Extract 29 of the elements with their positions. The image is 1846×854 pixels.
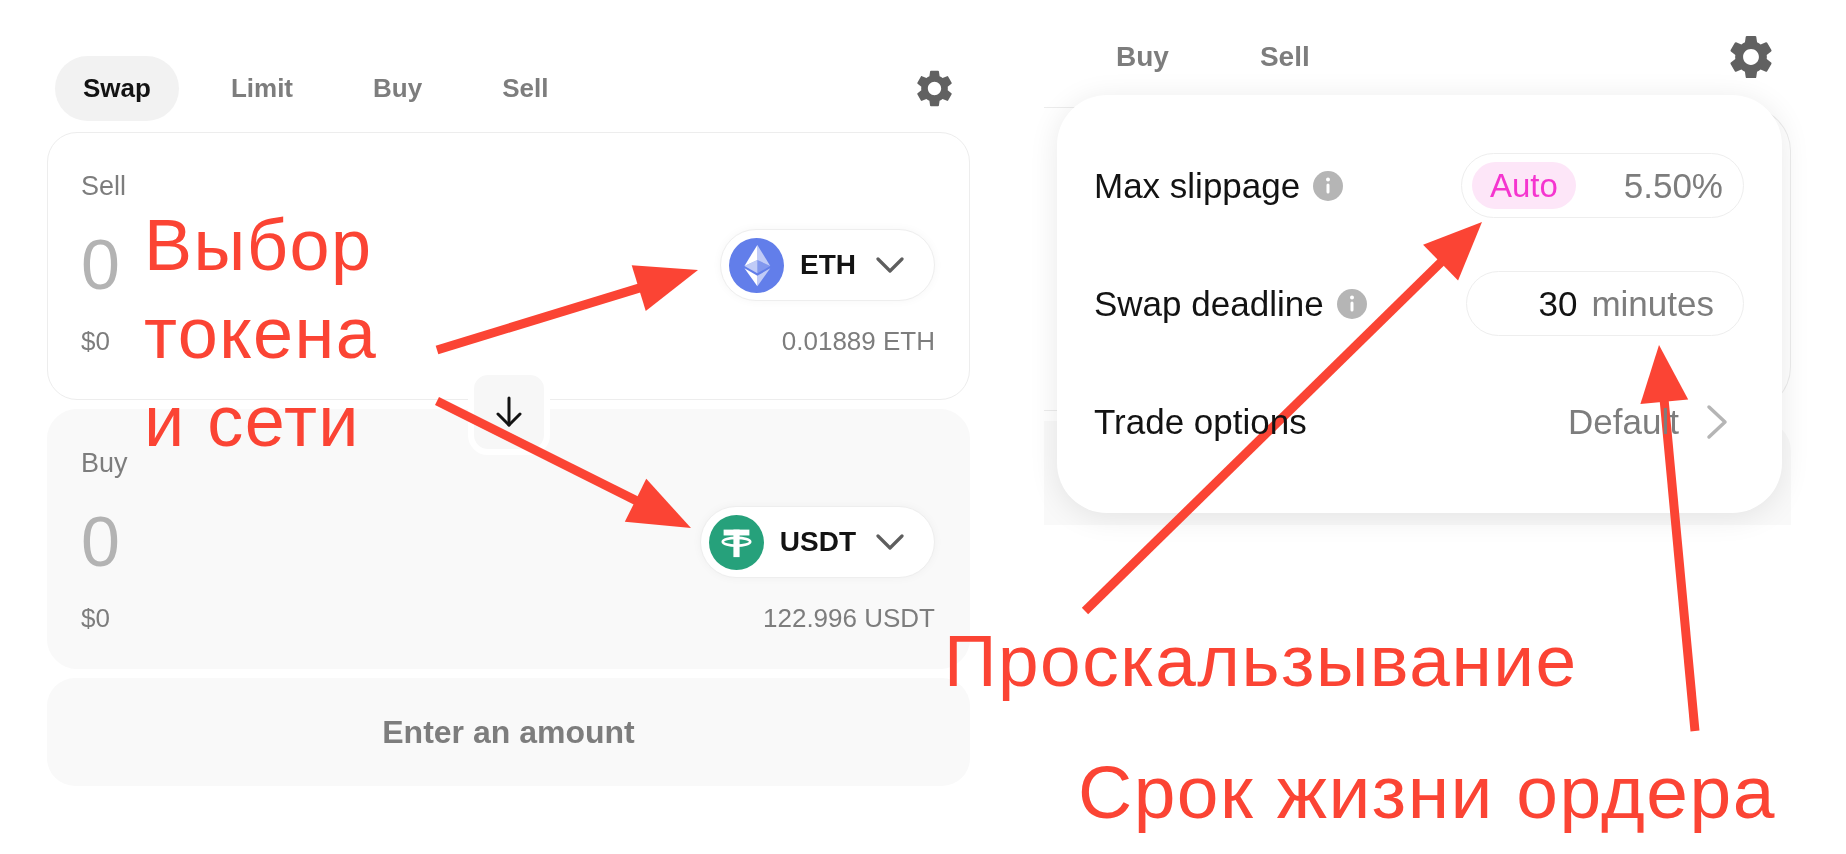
token-select-button[interactable]: ETH — [720, 229, 935, 301]
annotation-text: Выбор токена и сети — [144, 204, 379, 463]
setting-label: Max slippage — [1094, 165, 1301, 206]
amount-input[interactable]: 0 — [81, 225, 127, 305]
annotation-text: Срок жизни ордера — [1078, 752, 1776, 832]
chevron-down-icon — [876, 534, 904, 550]
token-balance: 122.996 USDT — [763, 602, 935, 634]
card-label: Buy — [81, 447, 128, 480]
usdt-token-icon — [708, 514, 764, 570]
settings-icon[interactable] — [1729, 35, 1773, 79]
settings-icon[interactable] — [916, 70, 953, 107]
token-select-button[interactable]: USDT — [699, 506, 935, 578]
eth-token-icon — [729, 237, 784, 293]
slippage-value: 5.50% — [1623, 165, 1723, 206]
fiat-value: $0 — [81, 325, 110, 357]
tab[interactable]: Limit — [202, 56, 322, 121]
amount-input[interactable]: 0 — [81, 502, 127, 582]
setting-label: Swap deadline — [1094, 283, 1324, 324]
tab[interactable]: Swap — [55, 56, 179, 121]
auto-toggle[interactable]: Auto — [1472, 162, 1576, 209]
fiat-value: $0 — [81, 602, 110, 634]
tab[interactable]: Buy — [1086, 22, 1199, 92]
token-balance: 0.01889 ETH — [781, 325, 935, 357]
arrow-down-icon — [494, 396, 523, 428]
card-label: Sell — [81, 170, 127, 203]
chevron-down-icon — [876, 257, 904, 273]
tab[interactable]: Sell — [474, 56, 577, 121]
tab[interactable]: Sell — [1229, 22, 1340, 92]
tab[interactable]: Buy — [345, 56, 451, 121]
